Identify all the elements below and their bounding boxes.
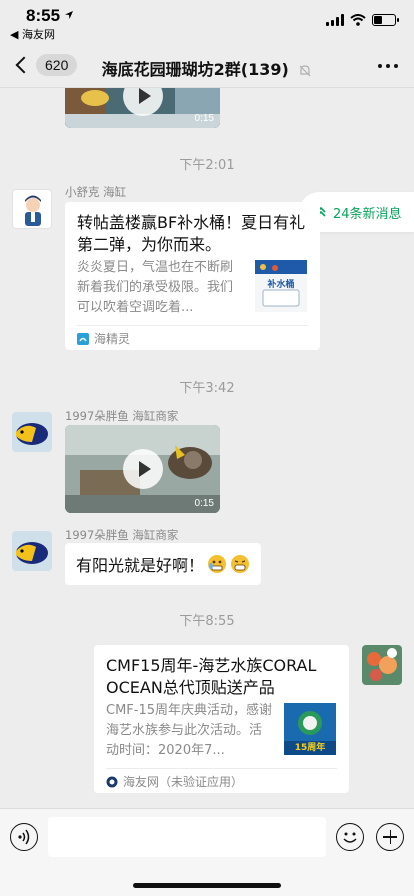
avatar-coral-icon [362,645,402,685]
video-duration: 0:15 [194,113,214,124]
more-dot [394,64,398,68]
cellular-signal-icon [326,14,344,26]
avatar[interactable] [12,189,52,229]
card-source-name: 海精灵 [94,332,131,346]
chat-title-wrap: 海底花园珊瑚坊2群(139) [0,56,414,80]
card-title: CMF15周年-海艺水族CORAL OCEAN总代顶贴送产品 [106,656,317,697]
app-logo-icon [106,776,118,787]
message-input[interactable] [48,817,326,857]
status-time: 8:55 [26,6,61,25]
text-message-bubble[interactable]: 有阳光就是好啊！ [65,543,262,585]
play-icon[interactable] [122,449,163,489]
avatar-fish-icon [12,531,52,571]
card-thumbnail-caption: 补水桶 [267,280,295,290]
time-divider: 下午3:42 [179,381,235,396]
avatar[interactable] [12,412,52,452]
wifi-icon [350,14,366,26]
video-message[interactable]: 0:15 [65,425,220,513]
new-messages-label: 24条新消息 [333,206,402,222]
sender-name: 小舒克 海缸 [65,185,127,199]
location-arrow-icon [65,11,73,19]
sender-name: 1997朵胖鱼 海缸商家 [65,409,179,423]
card-thumbnail-caption: 15周年 [294,743,326,753]
voice-waves-icon [18,829,30,845]
card-thumbnail: 15周年 [284,703,336,755]
more-actions-plus-button[interactable] [376,823,404,851]
home-indicator [133,883,281,888]
card-divider [106,768,337,769]
status-bar: 8:55 ◀ 海友网 [0,0,414,44]
chat-title: 海底花园珊瑚坊2群(139) [101,60,289,79]
grimace-emoji-icon [208,555,227,573]
status-icons [326,14,399,26]
card-source: 海精灵 [77,330,130,347]
more-dot [386,64,390,68]
sender-name: 1997朵胖鱼 海缸商家 [65,528,179,542]
avatar[interactable] [362,645,402,685]
card-source: 海友网（未验证应用） [106,773,243,790]
link-card[interactable]: 转帖盖楼赢BF补水桶！夏日有礼第二弹，为你而来。 炎炎夏日，气温也在不断刷新着我… [65,202,320,350]
more-options-button[interactable] [378,64,398,68]
message-input-bar [0,808,414,896]
more-dot [378,64,382,68]
smiley-icon [343,832,357,843]
card-divider [77,325,308,326]
card-title: 转帖盖楼赢BF补水桶！夏日有礼第二弹，为你而来。 [77,213,306,254]
message-text: 有阳光就是好啊！ [76,556,205,575]
video-duration: 0:15 [194,498,214,509]
grin-emoji-icon [231,555,250,573]
emoji-button[interactable] [336,823,364,851]
battery-icon [372,14,399,26]
video-message[interactable]: 0:15 [65,88,220,128]
chat-header: 620 海底花园珊瑚坊2群(139) [0,44,414,88]
card-description: CMF-15周年庆典活动，感谢海艺水族参与此次活动。活动时间：2020年7... [106,703,273,758]
avatar[interactable] [12,531,52,571]
time-divider: 下午8:55 [179,614,235,629]
back-to-app-link[interactable]: ◀ 海友网 [10,26,55,42]
mute-bell-icon [299,64,311,76]
time-divider: 下午2:01 [179,158,235,173]
link-card[interactable]: CMF15周年-海艺水族CORAL OCEAN总代顶贴送产品 CMF-15周年庆… [94,645,349,793]
card-source-name: 海友网（未验证应用） [123,775,244,789]
card-description: 炎炎夏日，气温也在不断刷新着我们的承受极限。我们可以吹着空调吃着... [77,260,234,315]
avatar-fish-icon [12,412,52,452]
voice-input-button[interactable] [10,823,38,851]
chat-message-list[interactable]: 0:15 24条新消息 下午2:01 小舒克 海缸 转帖盖楼赢BF补水桶！夏日有… [0,88,414,808]
card-thumbnail: 补水桶 [255,260,307,312]
avatar-cartoon-icon [13,190,51,228]
app-logo-icon [77,332,89,345]
